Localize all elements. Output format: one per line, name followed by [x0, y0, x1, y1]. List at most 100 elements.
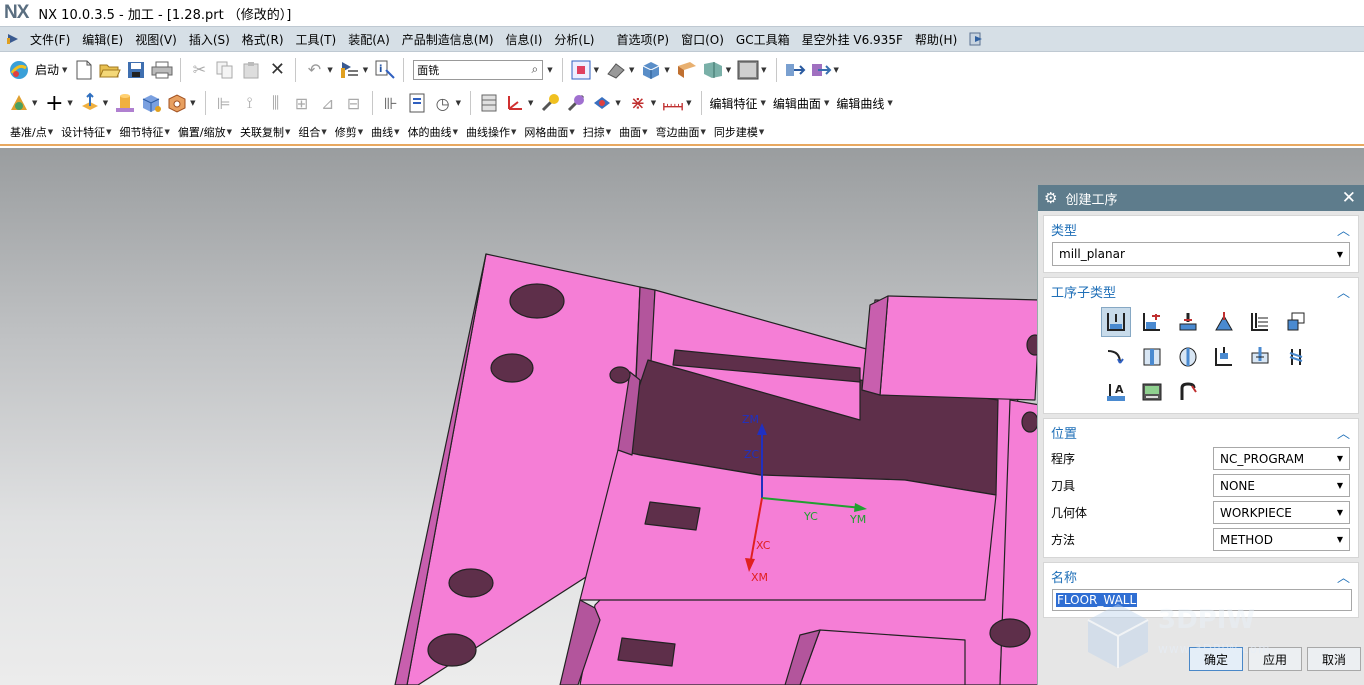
geometry-select[interactable]: WORKPIECE ▼	[1213, 501, 1350, 524]
menu-help[interactable]: 帮助(H)	[909, 31, 963, 48]
menu-combine[interactable]: 组合	[294, 124, 324, 140]
cylinder-icon[interactable]	[114, 92, 136, 114]
menu-edit[interactable]: 编辑(E)	[76, 31, 129, 48]
measure-icon[interactable]: ⊪	[380, 92, 402, 114]
subtype-group-header[interactable]: 工序子类型 ︿	[1044, 278, 1358, 304]
tool-select[interactable]: NONE ▼	[1213, 474, 1350, 497]
sketch-icon[interactable]	[8, 92, 30, 114]
menu-analysis[interactable]: 分析(L)	[548, 31, 600, 48]
type-select[interactable]: mill_planar ▼	[1052, 242, 1350, 266]
wcs-icon[interactable]	[504, 92, 526, 114]
open-file-icon[interactable]	[99, 59, 122, 81]
new-file-icon[interactable]	[73, 59, 95, 81]
menu-surface[interactable]: 曲面	[615, 124, 645, 140]
dialog-title-bar[interactable]: ⚙ 创建工序 ✕	[1038, 185, 1364, 211]
section-view-icon[interactable]	[702, 59, 724, 81]
dimension-icon[interactable]	[662, 92, 684, 114]
chevron-up-icon[interactable]: ︿	[1337, 220, 1350, 239]
extrude-dropdown-icon[interactable]: ▼	[103, 99, 108, 107]
menu-curve-operation-dropdown-icon[interactable]: ▼	[511, 128, 516, 136]
name-group-header[interactable]: 名称 ︿	[1044, 563, 1358, 589]
face-milling-icon[interactable]	[1173, 307, 1203, 337]
mill-user-icon[interactable]	[1173, 377, 1203, 407]
paste-icon[interactable]	[240, 59, 262, 81]
edge-display-icon[interactable]	[676, 59, 698, 81]
menu-sweep[interactable]: 扫掠	[579, 124, 609, 140]
menu-curve-from-body[interactable]: 体的曲线	[404, 124, 456, 140]
finish-floor-icon[interactable]	[1173, 342, 1203, 372]
menu-curve-dropdown-icon[interactable]: ▼	[394, 128, 399, 136]
render-style-dropdown-icon[interactable]: ▼	[629, 66, 634, 74]
draft-analysis-icon[interactable]	[565, 92, 587, 114]
chevron-up-icon[interactable]: ︿	[1337, 423, 1350, 442]
menu-surface-dropdown-icon[interactable]: ▼	[642, 128, 647, 136]
menu-file[interactable]: 文件(F)	[24, 31, 76, 48]
thread-milling-icon[interactable]	[1281, 342, 1311, 372]
display-icon[interactable]	[591, 92, 613, 114]
point-dropdown-icon[interactable]: ▼	[67, 99, 72, 107]
edit-feature-dropdown-icon[interactable]: ▼	[761, 99, 766, 107]
filter-dropdown-icon[interactable]: ▼	[547, 66, 552, 74]
menu-tools[interactable]: 工具(T)	[290, 31, 343, 48]
menu-view[interactable]: 视图(V)	[129, 31, 183, 48]
snap-dropdown-icon[interactable]: ▼	[651, 99, 656, 107]
menu-preferences[interactable]: 首选项(P)	[610, 31, 675, 48]
undo-dropdown-icon[interactable]: ▼	[327, 66, 332, 74]
cleanup-corners-icon[interactable]	[1101, 342, 1131, 372]
edit-curve-dropdown-icon[interactable]: ▼	[887, 99, 892, 107]
help-context-icon[interactable]	[965, 28, 987, 50]
type-filter-select[interactable]: 面铣 ⌕	[413, 59, 544, 80]
planar-text-icon[interactable]: A	[1101, 377, 1131, 407]
snap-icon[interactable]: ⋇	[627, 92, 649, 114]
menu-curve[interactable]: 曲线	[367, 124, 397, 140]
mate-icon[interactable]: ⊿	[317, 92, 339, 114]
wave-link-icon[interactable]: ⟟	[239, 92, 261, 114]
menu-mesh-surface[interactable]: 网格曲面	[520, 124, 572, 140]
fit-view-dropdown-icon[interactable]: ▼	[594, 66, 599, 74]
location-group-header[interactable]: 位置 ︿	[1044, 419, 1358, 445]
close-icon[interactable]: ✕	[1342, 188, 1356, 208]
dimension-dropdown-icon[interactable]: ▼	[686, 99, 691, 107]
report-icon[interactable]	[406, 92, 428, 114]
fit-view-icon[interactable]	[570, 59, 592, 81]
menu-combine-dropdown-icon[interactable]: ▼	[321, 128, 326, 136]
menu-datum-point-dropdown-icon[interactable]: ▼	[48, 128, 53, 136]
bolt-icon[interactable]: ⫼	[265, 92, 287, 114]
shaded-view-dropdown-icon[interactable]: ▼	[664, 66, 669, 74]
menu-flange-surface-dropdown-icon[interactable]: ▼	[701, 128, 706, 136]
timer-icon[interactable]: ◷	[432, 92, 454, 114]
menu-detail-feature[interactable]: 细节特征	[116, 124, 168, 140]
menu-offset-scale[interactable]: 偏置/缩放	[174, 124, 230, 140]
menu-pmi[interactable]: 产品制造信息(M)	[396, 31, 500, 48]
assembly-icon[interactable]: ⊟	[343, 92, 365, 114]
menu-insert[interactable]: 插入(S)	[183, 31, 236, 48]
database-icon[interactable]	[478, 92, 500, 114]
edit-surface-menu[interactable]: 编辑曲面	[773, 95, 821, 112]
print-icon[interactable]	[151, 59, 173, 81]
point-icon[interactable]: +	[43, 91, 65, 116]
information-icon[interactable]: i	[374, 59, 396, 81]
cut-icon[interactable]: ✂	[188, 59, 210, 81]
command-finder-icon[interactable]	[339, 59, 361, 81]
extrude-icon[interactable]	[79, 92, 101, 114]
menu-design-feature[interactable]: 设计特征	[57, 124, 109, 140]
layer-dropdown-icon[interactable]: ▼	[834, 66, 839, 74]
block-icon[interactable]	[140, 92, 162, 114]
type-group-header[interactable]: 类型 ︿	[1044, 216, 1358, 242]
menu-sweep-dropdown-icon[interactable]: ▼	[606, 128, 611, 136]
start-icon[interactable]	[8, 59, 30, 81]
background-icon[interactable]	[737, 59, 759, 81]
menu-detail-feature-dropdown-icon[interactable]: ▼	[165, 128, 170, 136]
menu-gc-toolkit[interactable]: GC工具箱	[730, 31, 796, 48]
planar-mill-icon[interactable]	[1245, 307, 1275, 337]
timer-dropdown-icon[interactable]: ▼	[456, 99, 461, 107]
search-icon[interactable]: ⌕	[531, 62, 542, 77]
save-icon[interactable]	[125, 59, 147, 81]
menu-associative-copy[interactable]: 关联复制	[236, 124, 288, 140]
menu-plugin[interactable]: 星空外挂 V6.935F	[796, 31, 909, 48]
menu-assembly[interactable]: 装配(A)	[342, 31, 396, 48]
menu-trim[interactable]: 修剪	[331, 124, 361, 140]
sketch-dropdown-icon[interactable]: ▼	[32, 99, 37, 107]
menu-curve-from-body-dropdown-icon[interactable]: ▼	[453, 128, 458, 136]
method-select[interactable]: METHOD ▼	[1213, 528, 1350, 551]
